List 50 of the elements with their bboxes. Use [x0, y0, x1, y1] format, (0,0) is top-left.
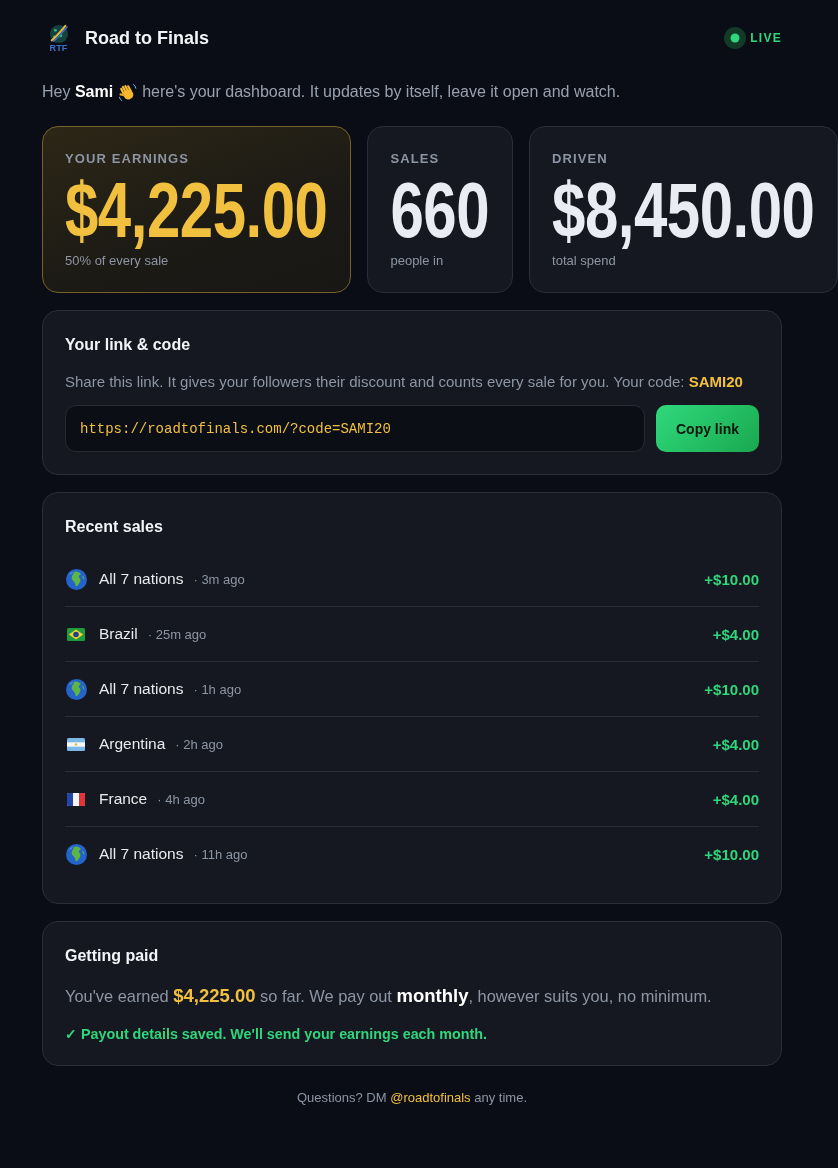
argentina-flag-icon	[67, 737, 85, 751]
live-label: LIVE	[750, 31, 782, 45]
card-title: Your link & code	[65, 335, 192, 355]
stat-value: $8,450.00	[552, 172, 815, 250]
payout-text: You've earned $4,225.00 so far. We pay out monthly, however suits you, no minimum.	[65, 984, 713, 1008]
sale-time: · 2h ago	[175, 736, 224, 752]
stat-value: 660	[390, 172, 490, 250]
stat-label: YOUR EARNINGS	[65, 151, 191, 167]
handle-link[interactable]: @roadtofinals	[390, 1090, 471, 1105]
link-field[interactable]: https://roadtofinals.com/?code=SAMI20	[65, 405, 645, 452]
stat-caption: 50% of every sale	[65, 253, 170, 269]
stat-label: SALES	[390, 151, 441, 167]
sale-item: Brazil	[99, 625, 138, 643]
sale-amount: +$4.00	[712, 735, 759, 753]
sale-time: · 3m ago	[193, 571, 245, 587]
brazil-flag-icon	[67, 627, 85, 641]
sale-time: · 11h ago	[193, 846, 248, 862]
stat-caption: people in	[390, 253, 445, 269]
sale-item: All 7 nations	[99, 570, 184, 588]
sale-amount: +$10.00	[704, 845, 759, 863]
globe-icon	[66, 678, 87, 700]
stat-value: $4,225.00	[65, 172, 328, 250]
sale-item: All 7 nations	[99, 680, 184, 698]
sale-time: · 25m ago	[147, 626, 207, 642]
sale-amount: +$10.00	[704, 680, 759, 698]
sale-amount: +$4.00	[712, 625, 759, 643]
payout-notice: ✓ Payout details saved. We'll send your earnings each month.	[65, 1025, 488, 1043]
sale-time: · 4h ago	[157, 791, 205, 807]
sale-time: · 1h ago	[193, 681, 242, 697]
brand-name: Road to Finals	[85, 27, 209, 49]
sale-amount: +$10.00	[704, 570, 759, 588]
globe-icon	[66, 843, 87, 865]
france-flag-icon	[67, 792, 85, 806]
logo-text: RTF	[49, 43, 68, 53]
stat-label: DRIVEN	[552, 151, 609, 167]
stat-caption: total spend	[552, 253, 617, 269]
card-title: Getting paid	[65, 946, 160, 966]
globe-icon	[66, 568, 87, 590]
sale-amount: +$4.00	[712, 790, 759, 808]
sale-item: Argentina	[99, 735, 166, 753]
link-description: Share this link. It gives your followers their discount and counts every sale for you. Your code: SAMI20	[65, 372, 744, 392]
copy-link-button[interactable]: Copy link	[656, 405, 759, 452]
sale-item: All 7 nations	[99, 845, 184, 863]
footer-text: Questions? DM @roadtofinals any time.	[296, 1090, 528, 1106]
card-title: Recent sales	[65, 517, 164, 537]
sale-item: France	[99, 790, 148, 808]
greeting-text: Hey Sami	[42, 82, 114, 102]
waving-hand-icon	[118, 82, 138, 102]
greeting-text: here's your dashboard. It updates by itself, leave it open and watch.	[142, 82, 621, 102]
ball-logo-icon	[47, 23, 70, 44]
